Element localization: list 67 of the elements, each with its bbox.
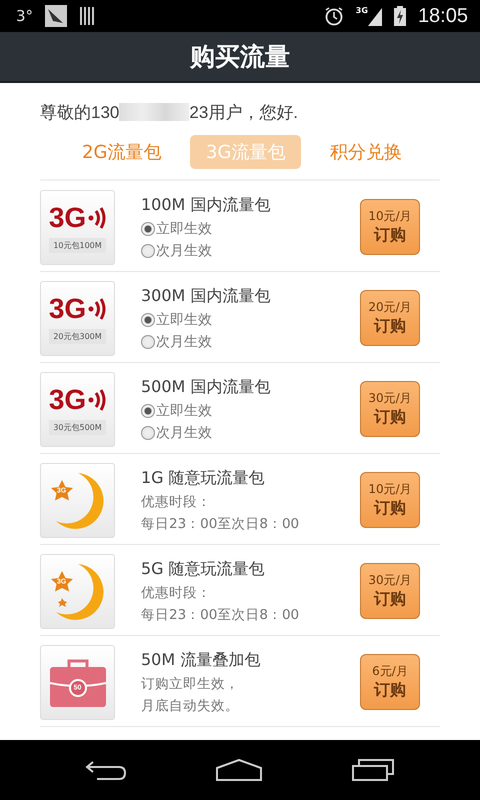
option-label: 立即生效: [156, 220, 212, 238]
radio-icon[interactable]: [141, 426, 155, 440]
alarm-icon: [324, 6, 344, 26]
package-name: 5G 随意玩流量包: [141, 558, 266, 580]
greeting-text: 23用户，您好.: [189, 102, 298, 124]
order-button[interactable]: 10元/月 订购: [360, 472, 420, 528]
order-button[interactable]: 30元/月 订购: [360, 563, 420, 619]
bag-icon: [48, 657, 106, 707]
radio-option[interactable]: 次月生效: [141, 242, 360, 260]
radio-icon[interactable]: [141, 222, 155, 236]
radio-icon[interactable]: [141, 404, 155, 418]
moon-icon: [56, 564, 103, 620]
package-name: 50M 流量叠加包: [141, 650, 262, 670]
radio-option[interactable]: 次月生效: [141, 332, 360, 350]
star-icon: [50, 571, 72, 592]
radio-icon[interactable]: [141, 244, 155, 258]
logo-text: 3G: [48, 384, 86, 416]
package-name: 500M 国内流量包: [141, 376, 272, 398]
radio-icon[interactable]: [141, 334, 155, 348]
icon-caption: 30元包500M: [49, 420, 106, 434]
package-description: 优惠时段：: [141, 492, 212, 510]
moon-icon: [56, 473, 103, 529]
option-label: 次月生效: [156, 242, 212, 260]
option-label: 立即生效: [156, 310, 212, 328]
radio-option[interactable]: 立即生效: [141, 310, 360, 328]
signal-waves-icon: [88, 296, 106, 320]
tab[interactable]: 2G流量包: [66, 135, 178, 169]
battery-icon: [394, 6, 406, 26]
option-label: 次月生效: [156, 332, 212, 350]
package-description: 每日23：00至次日8：00: [141, 606, 300, 624]
blurred-number: [119, 103, 190, 121]
order-button[interactable]: 20元/月 订购: [360, 290, 420, 346]
radio-option[interactable]: 立即生效: [141, 402, 360, 420]
package-description: 每日23：00至次日8：00: [141, 514, 300, 532]
package-description: 优惠时段：: [141, 584, 212, 602]
signal-icon: [368, 6, 382, 26]
package-name: 1G 随意玩流量包: [141, 468, 266, 488]
star-icon: [50, 480, 72, 500]
notification-icon: [45, 5, 68, 27]
icon-caption: 10元包100M: [49, 238, 106, 252]
package-name: 300M 国内流量包: [141, 286, 272, 306]
tab[interactable]: 积分兑换: [314, 135, 418, 169]
recents-icon[interactable]: [351, 758, 396, 782]
logo-text: 3G: [48, 202, 86, 234]
package-name: 100M 国内流量包: [141, 194, 272, 216]
clock: 18:05: [418, 4, 468, 28]
greeting-text: 尊敬的130: [40, 102, 120, 124]
temperature: 3°: [16, 7, 34, 25]
order-button[interactable]: 30元/月 订购: [360, 381, 420, 437]
page-title: 购买流量: [190, 41, 290, 73]
signal-waves-icon: [88, 388, 106, 412]
network-type: 3G: [356, 6, 368, 15]
signal-waves-icon: [88, 206, 106, 230]
star-icon: [58, 598, 66, 607]
order-button[interactable]: 6元/月 订购: [360, 654, 420, 710]
radio-icon[interactable]: [141, 312, 155, 326]
option-label: 次月生效: [156, 424, 212, 442]
icon-caption: 20元包300M: [49, 328, 106, 344]
package-description: 订购立即生效，: [141, 674, 240, 692]
home-icon[interactable]: [216, 758, 262, 782]
barcode-icon: [79, 5, 96, 27]
radio-option[interactable]: 立即生效: [141, 220, 360, 238]
order-button[interactable]: 10元/月 订购: [360, 199, 420, 255]
package-description: 月底自动失效。: [141, 696, 240, 714]
logo-text: 3G: [48, 292, 86, 324]
radio-option[interactable]: 次月生效: [141, 424, 360, 442]
option-label: 立即生效: [156, 402, 212, 420]
